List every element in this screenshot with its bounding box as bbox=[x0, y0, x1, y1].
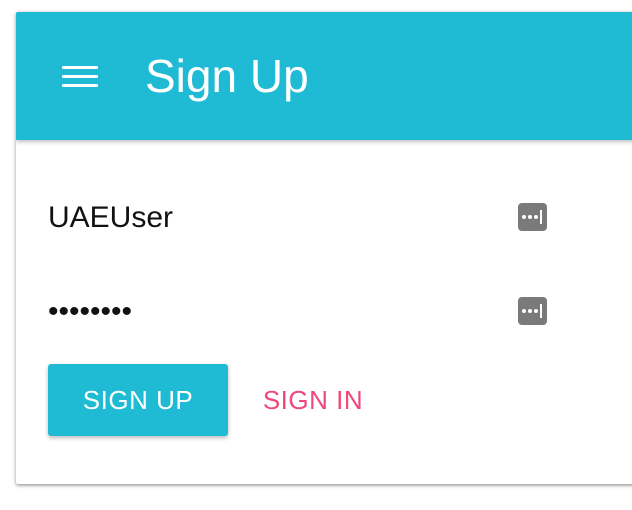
menu-line bbox=[62, 75, 98, 78]
sign-in-button[interactable]: SIGN IN bbox=[248, 364, 378, 436]
hamburger-menu-icon[interactable] bbox=[62, 64, 98, 88]
menu-line bbox=[62, 66, 98, 69]
key-dot bbox=[522, 309, 526, 313]
key-dot bbox=[528, 309, 532, 313]
password-manager-icon[interactable] bbox=[518, 297, 547, 325]
password-manager-icon[interactable] bbox=[518, 203, 547, 231]
key-cursor bbox=[540, 210, 542, 224]
key-dot bbox=[534, 309, 538, 313]
key-cursor bbox=[540, 304, 542, 318]
app-bar: Sign Up bbox=[16, 12, 632, 140]
password-field bbox=[48, 292, 548, 332]
key-dot bbox=[522, 215, 526, 219]
username-field bbox=[48, 198, 548, 238]
page-title: Sign Up bbox=[145, 50, 309, 102]
key-dot bbox=[528, 215, 532, 219]
sign-up-button[interactable]: SIGN UP bbox=[48, 364, 228, 436]
menu-line bbox=[62, 84, 98, 87]
password-input[interactable] bbox=[48, 292, 508, 332]
key-dot bbox=[534, 215, 538, 219]
signup-card: Sign Up SIGN UP SIGN IN bbox=[16, 12, 632, 484]
username-input[interactable] bbox=[48, 198, 508, 238]
